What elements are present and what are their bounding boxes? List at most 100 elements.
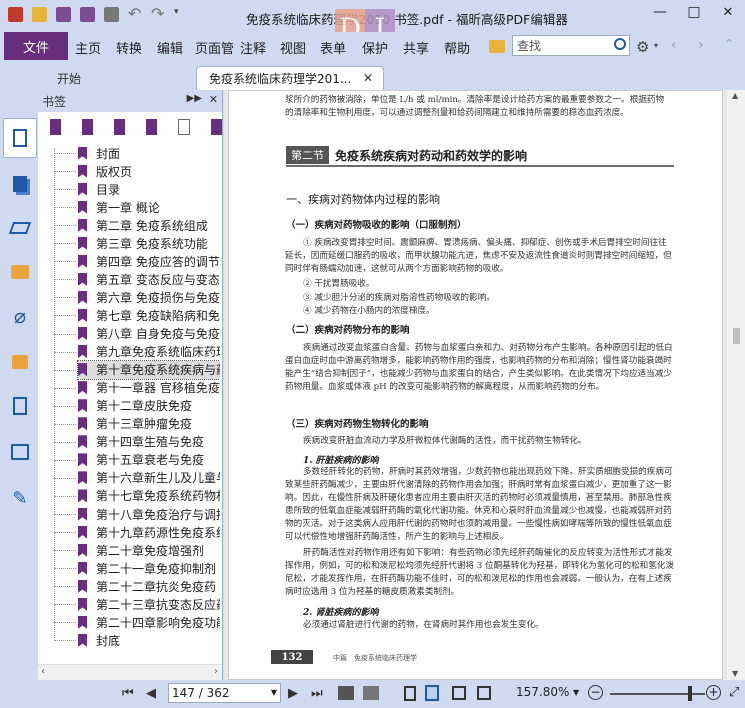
bookmark-item[interactable]: 第二十三章抗变态反应药 [78, 595, 220, 613]
scroll-left-icon[interactable]: ‹ [41, 666, 45, 677]
settings-gear-icon[interactable]: ⚙ [636, 38, 649, 56]
menu-edit[interactable]: 编辑 [157, 38, 183, 57]
bookmark-item[interactable]: 第十一章器 官移植免疫 [78, 379, 220, 397]
bookmark-item[interactable]: 版权页 [78, 162, 132, 180]
bookmark-item[interactable]: 第一章 概论 [78, 198, 160, 216]
page-thumbnail-icon[interactable] [3, 118, 37, 158]
tab-close-icon[interactable]: ✕ [363, 71, 373, 85]
app-logo-icon[interactable] [8, 7, 23, 22]
bookmark-item[interactable]: 封面 [78, 144, 120, 162]
restore-button[interactable]: □ [677, 0, 711, 24]
bookmarks-vscroll[interactable] [221, 142, 222, 664]
continuous-page-icon[interactable] [425, 685, 439, 701]
bookmark-item[interactable]: 第二十一章免疫抑制剂 [78, 559, 216, 577]
bookmark-item[interactable]: 第八章 自身免疫与免疫耐 [78, 325, 220, 343]
open-folder-icon[interactable] [32, 7, 47, 22]
layers-icon[interactable] [6, 214, 34, 242]
bookmark-item[interactable]: 第二十二章抗炎免疫药 [78, 577, 216, 595]
tab-document[interactable]: 免疫系统临床药理学201... ✕ [196, 66, 384, 90]
find-folder-icon[interactable] [489, 40, 505, 53]
bookmark-item[interactable]: 第二十四章影响免疫功能的 [78, 613, 220, 631]
form-fields-icon[interactable] [6, 438, 34, 466]
search-input[interactable]: 查找 [512, 35, 630, 56]
scroll-up-icon[interactable]: ▲ [732, 91, 738, 100]
next-page-icon[interactable]: ▶ [288, 686, 302, 701]
bookmark-item[interactable]: 第十章免疫系统疾病与药物 [76, 359, 220, 380]
menu-comment[interactable]: 注释 [240, 38, 266, 57]
last-page-icon[interactable]: ⏭ [311, 686, 325, 701]
menu-help[interactable]: 帮助 [444, 38, 470, 57]
tab-start[interactable]: 开始 [40, 66, 200, 90]
settings-dropdown-icon[interactable]: ▾ [654, 41, 658, 50]
bookmark-item[interactable]: 第十七章免疫系统药物相互 [78, 487, 220, 505]
bookmark-item[interactable]: 第二十章免疫增强剂 [78, 541, 204, 559]
delete-bookmark-icon[interactable] [50, 119, 62, 135]
bookmark-item[interactable]: 第九章免疫系统临床药理学 [78, 343, 220, 361]
bookmark-item[interactable]: 第十三章肿瘤免疫 [78, 415, 192, 433]
bookmark-item[interactable]: 第四章 免疫应答的调节 [78, 252, 220, 270]
bookmark-item[interactable]: 封底 [78, 631, 120, 649]
add-bookmark-icon[interactable] [82, 119, 94, 135]
panel-close-icon[interactable]: ✕ [209, 93, 218, 106]
pages-panel-icon[interactable] [6, 170, 34, 198]
scroll-right-icon[interactable]: › [214, 666, 218, 677]
bookmark-check-icon[interactable] [210, 119, 222, 135]
nav-forward-icon[interactable]: › [698, 37, 704, 53]
prev-page-icon[interactable]: ◀ [146, 686, 160, 701]
menu-view[interactable]: 视图 [280, 38, 306, 57]
menu-page-manage[interactable]: 页面管 [195, 38, 239, 57]
single-page-icon[interactable] [404, 686, 416, 701]
menu-form[interactable]: 表单 [320, 38, 346, 57]
zoom-level[interactable]: 157.80% [516, 685, 569, 699]
fullscreen-icon[interactable]: ⤢ [729, 685, 739, 700]
print-icon[interactable] [104, 7, 119, 22]
menu-share[interactable]: 共享 [403, 38, 429, 57]
zoom-slider-thumb[interactable] [688, 686, 692, 701]
save-as-icon[interactable] [80, 7, 95, 22]
bookmark-item[interactable]: 第十二章皮肤免疫 [78, 397, 192, 415]
search-icon[interactable] [614, 38, 626, 50]
bookmark-item[interactable]: 第十九章药源性免疫系统疾 [78, 523, 220, 541]
nav-back-icon[interactable]: ‹ [671, 37, 677, 53]
bookmark-item[interactable]: 第十四章生殖与免疫 [78, 433, 204, 451]
attachments-icon[interactable]: ⌀ [6, 302, 34, 330]
minimize-button[interactable]: — [643, 0, 677, 24]
page-dropdown-icon[interactable]: ▼ [271, 688, 277, 697]
close-button[interactable]: ✕ [711, 0, 745, 24]
bookmark-item[interactable]: 第十八章免疫治疗与调控 [78, 505, 220, 523]
scroll-down-icon[interactable]: ▼ [732, 669, 738, 678]
screenshot-icon[interactable] [363, 686, 379, 700]
customize-dropdown-icon[interactable]: ▾ [174, 7, 184, 22]
document-vscroll[interactable]: ▲ ▼ [727, 90, 745, 680]
panel-expand-icon[interactable]: ▶▶ [187, 93, 202, 104]
document-viewer[interactable]: 浆所介的药物被消除，单位是 L/h 或 ml/min。清除率是设计给药方案的最重… [224, 90, 727, 680]
continuous-facing-icon[interactable] [477, 686, 491, 700]
bookmark-item[interactable]: 第三章 免疫系统功能 [78, 234, 208, 252]
page-number-input[interactable]: 147 / 362 ▼ [168, 683, 281, 703]
undo-icon[interactable]: ↶ [128, 6, 142, 22]
menu-protect[interactable]: 保护 [362, 38, 388, 57]
bookmark-item[interactable]: 第七章 免疫缺陷病和免疫 [78, 306, 220, 324]
zoom-dropdown-icon[interactable]: ▼ [573, 688, 579, 697]
bookmark-item[interactable]: 第六章 免疫损伤与免疫性疾 [78, 288, 220, 306]
menu-home[interactable]: 主页 [75, 38, 101, 57]
reflow-icon[interactable] [338, 686, 354, 700]
new-bookmark-page-icon[interactable] [178, 119, 190, 135]
document-scroll-thumb[interactable] [733, 328, 740, 344]
comments-icon[interactable] [6, 258, 34, 286]
save-icon[interactable] [56, 7, 71, 22]
facing-page-icon[interactable] [452, 686, 466, 700]
bookmark-item[interactable]: 目录 [78, 180, 120, 198]
bookmark-item[interactable]: 第十五章衰老与免疫 [78, 451, 204, 469]
zoom-out-button[interactable]: − [588, 685, 603, 700]
bookmark-item[interactable]: 第十六章新生儿及儿童与免 [78, 469, 220, 487]
content-icon[interactable] [6, 392, 34, 420]
bookmark-properties-icon[interactable] [146, 119, 158, 135]
file-menu-button[interactable]: 文件 [4, 32, 68, 60]
signature-icon[interactable]: ✎ [6, 484, 34, 512]
first-page-icon[interactable]: ⏮ [122, 686, 136, 701]
bookmark-item[interactable]: 第五章 变态反应与变态反应 [78, 270, 220, 288]
bookmark-item[interactable]: 第二章 免疫系统组成 [78, 216, 208, 234]
bookmarks-hscroll[interactable]: ‹ › [38, 664, 222, 680]
redo-icon[interactable]: ↷ [151, 6, 165, 22]
